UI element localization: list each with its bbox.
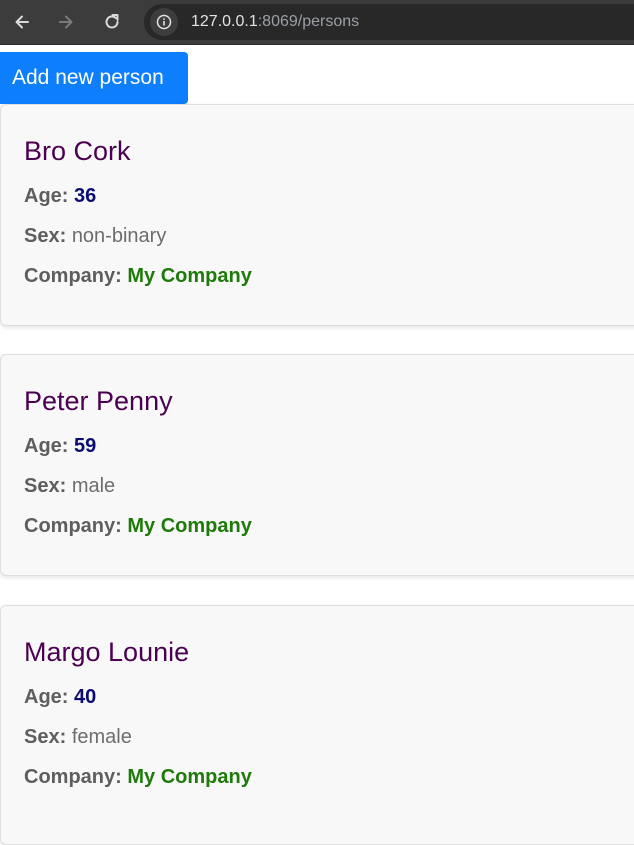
person-card: Bro Cork Age: 36 Sex: non-binary Company… — [0, 104, 634, 326]
person-company: Company: My Company — [24, 514, 252, 538]
company-label: Company: — [24, 766, 122, 788]
sex-value: non-binary — [71, 225, 167, 247]
url-path: :8069/persons — [257, 13, 360, 30]
age-value: 59 — [74, 435, 97, 457]
person-age: Age: 36 — [24, 184, 96, 208]
address-bar[interactable]: 127.0.0.1:8069/persons — [144, 4, 634, 40]
back-button[interactable] — [6, 6, 38, 38]
add-new-person-button[interactable]: Add new person — [0, 52, 188, 104]
person-name: Peter Penny — [24, 386, 173, 416]
arrow-right-icon — [59, 15, 73, 29]
browser-toolbar: 127.0.0.1:8069/persons — [0, 0, 634, 45]
person-name: Bro Cork — [24, 136, 131, 166]
page-content: Add new person Bro Cork Age: 36 Sex: non… — [0, 52, 634, 845]
person-age: Age: 59 — [24, 434, 96, 458]
person-sex: Sex: female — [24, 725, 132, 749]
person-sex: Sex: non-binary — [24, 224, 166, 248]
person-card: Peter Penny Age: 59 Sex: male Company: M… — [0, 354, 634, 576]
age-label: Age: — [24, 435, 69, 457]
company-value: My Company — [127, 515, 252, 537]
company-label: Company: — [24, 265, 122, 287]
age-value: 36 — [74, 185, 97, 207]
person-sex: Sex: male — [24, 474, 115, 498]
site-info-button[interactable] — [150, 8, 178, 36]
reload-button[interactable] — [96, 6, 128, 38]
company-value: My Company — [127, 265, 252, 287]
reload-icon — [105, 14, 119, 29]
url-text[interactable]: 127.0.0.1:8069/persons — [191, 13, 359, 31]
person-company: Company: My Company — [24, 264, 252, 288]
age-value: 40 — [74, 686, 97, 708]
url-host: 127.0.0.1 — [191, 13, 258, 30]
forward-button[interactable] — [50, 6, 82, 38]
age-label: Age: — [24, 686, 69, 708]
age-label: Age: — [24, 185, 69, 207]
sex-value: male — [71, 475, 116, 497]
person-company: Company: My Company — [24, 765, 252, 789]
arrow-left-icon — [15, 15, 29, 29]
person-age: Age: 40 — [24, 685, 96, 709]
sex-label: Sex: — [24, 225, 67, 247]
company-label: Company: — [24, 515, 122, 537]
sex-label: Sex: — [24, 726, 67, 748]
sex-value: female — [71, 726, 132, 748]
person-name: Margo Lounie — [24, 637, 190, 667]
sex-label: Sex: — [24, 475, 67, 497]
company-value: My Company — [127, 766, 252, 788]
person-card: Margo Lounie Age: 40 Sex: female Company… — [0, 605, 634, 845]
info-icon — [156, 14, 172, 30]
